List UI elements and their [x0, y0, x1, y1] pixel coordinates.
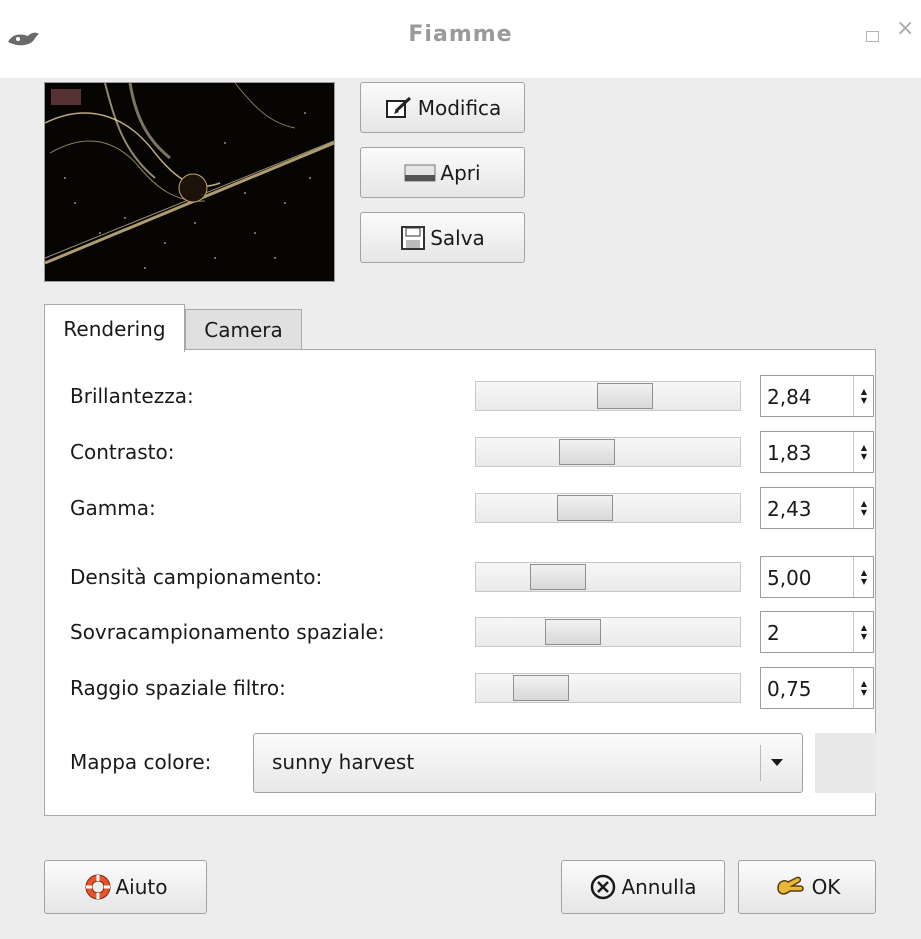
chevron-down-icon: [771, 759, 783, 766]
param-value[interactable]: 5,00: [767, 566, 812, 590]
edit-icon: [384, 95, 414, 121]
param-label: Raggio spaziale filtro:: [70, 676, 286, 700]
edit-button-label: Modifica: [417, 95, 502, 120]
lifebuoy-icon: [84, 873, 112, 901]
param-slider[interactable]: [475, 437, 741, 467]
colormap-label: Mappa colore:: [70, 750, 212, 774]
spin-arrows[interactable]: ▲ ▼: [853, 376, 874, 416]
save-button-label: Salva: [430, 225, 485, 250]
spin-down-icon[interactable]: ▼: [861, 688, 867, 697]
spin-arrows[interactable]: ▲ ▼: [853, 432, 874, 472]
tab-camera-label: Camera: [204, 318, 283, 342]
tab-rendering-label: Rendering: [63, 316, 166, 341]
param-label: Contrasto:: [70, 440, 175, 464]
slider-thumb[interactable]: [559, 439, 615, 465]
ok-hand-icon: [774, 874, 808, 900]
spin-down-icon[interactable]: ▼: [861, 452, 867, 461]
spin-up-icon[interactable]: ▲: [861, 443, 867, 452]
param-spinbutton[interactable]: 5,00 ▲ ▼: [760, 556, 874, 598]
param-slider[interactable]: [475, 617, 741, 647]
open-button[interactable]: Apri: [360, 147, 525, 198]
spin-down-icon[interactable]: ▼: [861, 632, 867, 641]
slider-thumb[interactable]: [513, 675, 569, 701]
edit-button[interactable]: Modifica: [360, 82, 525, 133]
spin-up-icon[interactable]: ▲: [861, 387, 867, 396]
spin-up-icon[interactable]: ▲: [861, 679, 867, 688]
close-icon[interactable]: ×: [896, 18, 914, 40]
param-slider[interactable]: [475, 673, 741, 703]
param-slider[interactable]: [475, 381, 741, 411]
spin-arrows[interactable]: ▲ ▼: [853, 612, 874, 652]
spin-down-icon[interactable]: ▼: [861, 508, 867, 517]
help-button[interactable]: Aiuto: [44, 860, 207, 914]
spin-arrows[interactable]: ▲ ▼: [853, 668, 874, 708]
slider-thumb[interactable]: [530, 564, 586, 590]
param-slider[interactable]: [475, 562, 741, 592]
open-icon: [404, 163, 436, 183]
spin-arrows[interactable]: ▲ ▼: [853, 488, 874, 528]
open-button-label: Apri: [440, 160, 481, 185]
spin-up-icon[interactable]: ▲: [861, 499, 867, 508]
fiamme-dialog: Fiamme × Modifica Apri Salva Rendering C…: [0, 0, 921, 939]
tab-rendering[interactable]: Rendering: [44, 304, 185, 352]
combo-divider: [760, 745, 761, 781]
cancel-circle-icon: [589, 873, 617, 901]
param-value[interactable]: 2,84: [767, 385, 812, 409]
slider-thumb[interactable]: [557, 495, 613, 521]
cancel-button-label: Annulla: [621, 875, 697, 899]
param-spinbutton[interactable]: 2,43 ▲ ▼: [760, 487, 874, 529]
param-spinbutton[interactable]: 2 ▲ ▼: [760, 611, 874, 653]
spin-arrows[interactable]: ▲ ▼: [853, 557, 874, 597]
param-label: Brillantezza:: [70, 384, 194, 408]
param-value[interactable]: 2,43: [767, 497, 812, 521]
slider-thumb[interactable]: [545, 619, 601, 645]
tab-camera[interactable]: Camera: [185, 309, 302, 350]
param-value[interactable]: 1,83: [767, 441, 812, 465]
title-bar[interactable]: Fiamme ×: [0, 0, 921, 78]
save-button[interactable]: Salva: [360, 212, 525, 263]
window-title: Fiamme: [408, 22, 513, 47]
param-spinbutton[interactable]: 2,84 ▲ ▼: [760, 375, 874, 417]
ok-button[interactable]: OK: [738, 860, 876, 914]
cancel-button[interactable]: Annulla: [561, 860, 725, 914]
param-slider[interactable]: [475, 493, 741, 523]
floppy-icon: [400, 225, 426, 251]
param-value[interactable]: 2: [767, 621, 780, 645]
colormap-select[interactable]: sunny harvest: [253, 733, 803, 793]
param-label: Gamma:: [70, 496, 156, 520]
spin-up-icon[interactable]: ▲: [861, 623, 867, 632]
colormap-preview-swatch: [815, 733, 876, 793]
param-label: Densità campionamento:: [70, 565, 323, 589]
colormap-value: sunny harvest: [272, 750, 415, 774]
help-button-label: Aiuto: [115, 875, 168, 899]
flame-preview-image: [44, 82, 335, 282]
ok-button-label: OK: [811, 875, 841, 899]
spin-down-icon[interactable]: ▼: [861, 396, 867, 405]
maximize-icon[interactable]: [866, 31, 879, 42]
slider-thumb[interactable]: [597, 383, 653, 409]
param-spinbutton[interactable]: 0,75 ▲ ▼: [760, 667, 874, 709]
param-label: Sovracampionamento spaziale:: [70, 620, 385, 644]
param-spinbutton[interactable]: 1,83 ▲ ▼: [760, 431, 874, 473]
spin-up-icon[interactable]: ▲: [861, 568, 867, 577]
param-value[interactable]: 0,75: [767, 677, 812, 701]
spin-down-icon[interactable]: ▼: [861, 577, 867, 586]
